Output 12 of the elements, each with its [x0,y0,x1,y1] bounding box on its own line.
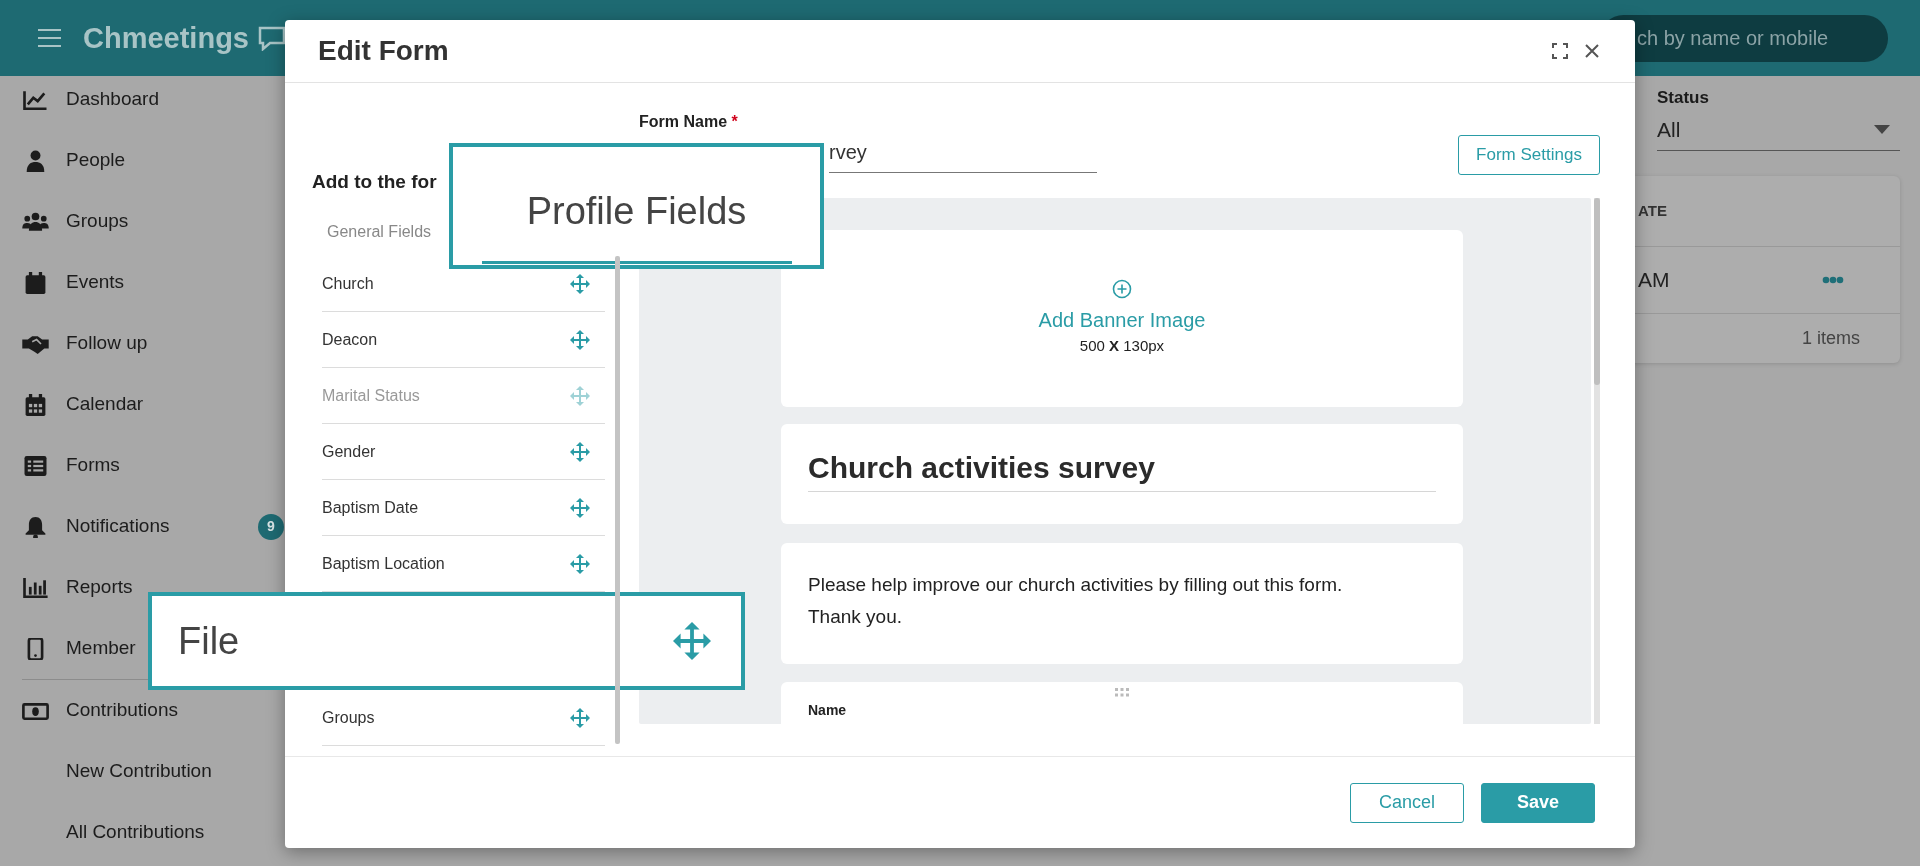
table-cell-text: AM [1638,267,1670,294]
panel-heading: Add to the for [312,170,438,194]
modal-title: Edit Form [318,34,449,68]
description-text: Please help improve our church activities by filling out this form. Thank you. [808,573,1344,629]
field-label: Name [808,702,848,718]
count-badge: 9 [258,513,284,540]
logo-text: Chmeetings [83,23,249,53]
column-header: ATE [1638,200,1667,221]
size-hint: 500 X 130px [1079,336,1165,357]
item-count: 1 items [1801,327,1860,350]
field-label: Status [1657,87,1710,109]
field-label: Form Name * [639,112,739,132]
